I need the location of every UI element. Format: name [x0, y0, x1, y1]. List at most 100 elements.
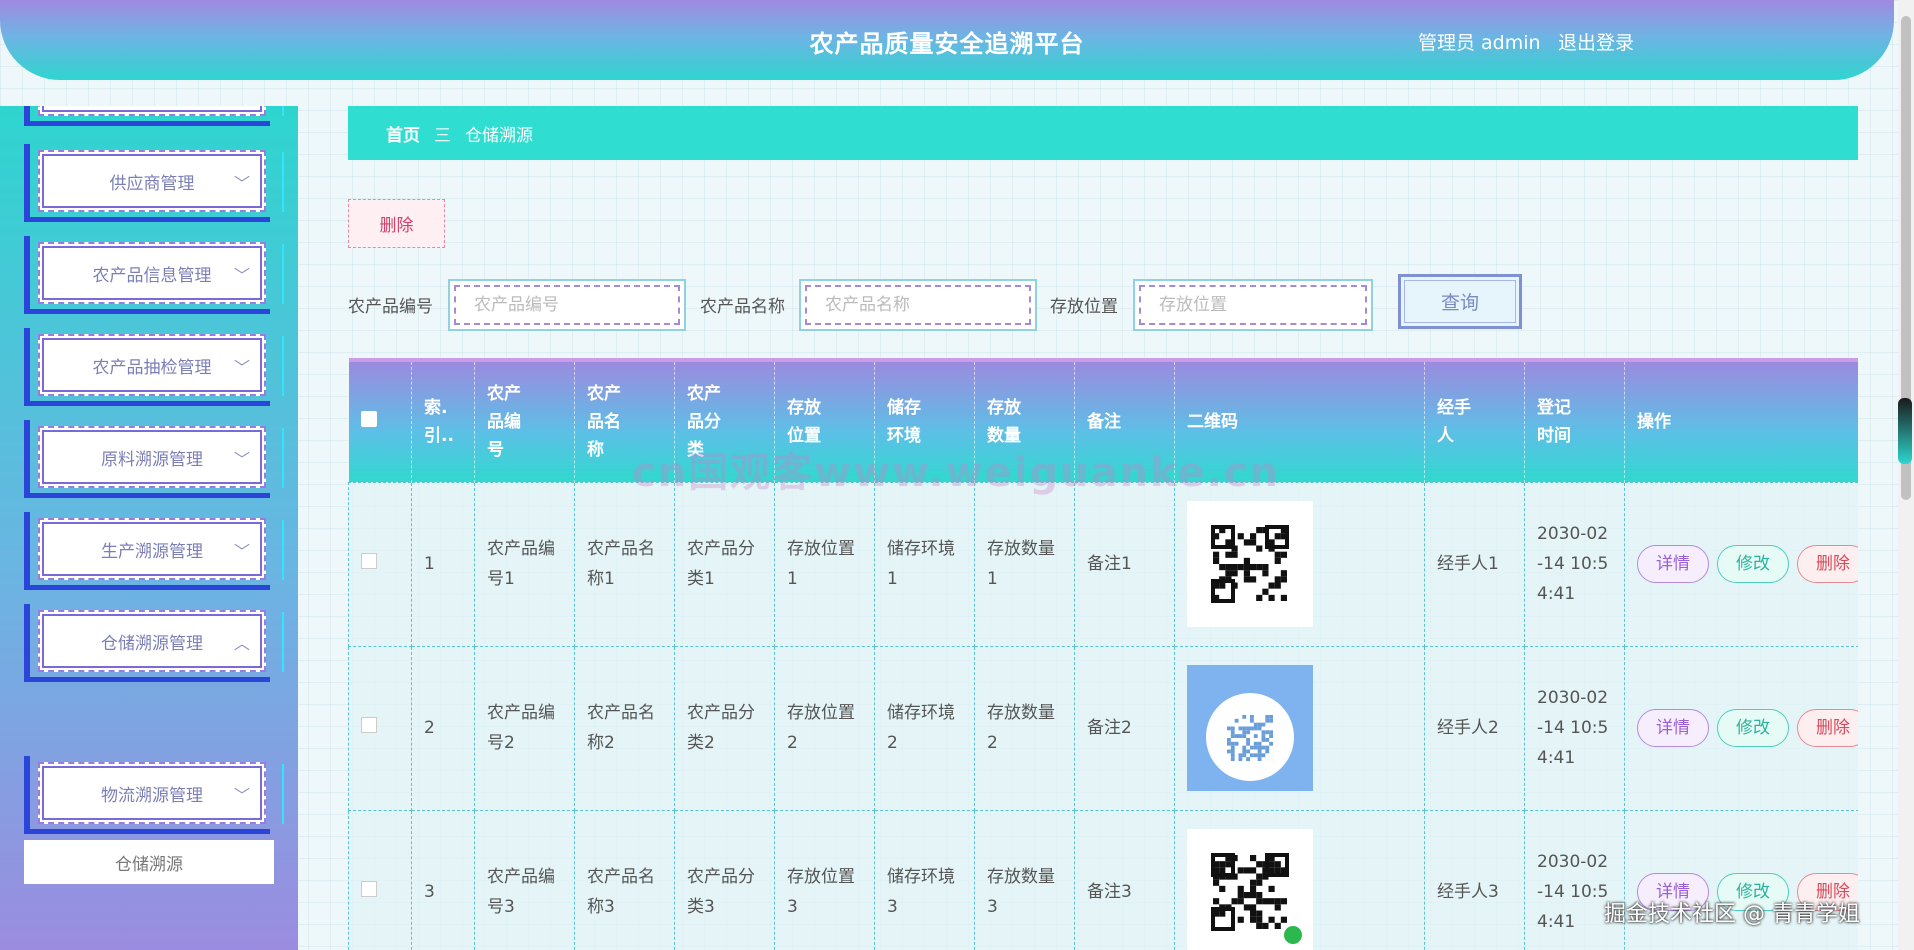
edit-button[interactable]: 修改	[1717, 873, 1789, 911]
sidebar-item-frame: 仓储溯源管理 ︿	[24, 604, 284, 682]
column-header[interactable]: 存放 位置	[774, 360, 875, 482]
sidebar-item-3[interactable]: 农产品抽检管理 ﹀	[38, 334, 266, 396]
column-header[interactable]: 存放 数量	[974, 360, 1075, 482]
sidebar-item-frame: 原料溯源管理 ﹀	[24, 420, 284, 498]
submenu-item-storage-trace[interactable]: 仓储溯源	[24, 840, 274, 884]
cell-code: 农产品编号3	[474, 809, 575, 950]
row-select-cell	[348, 645, 412, 811]
user-info: 管理员 admin	[1418, 28, 1547, 55]
user-role: 管理员	[1418, 32, 1476, 54]
breadcrumb-separator: 三	[434, 125, 451, 146]
cell-location: 存放位置2	[774, 645, 875, 811]
cell-env: 储存环境2	[874, 645, 975, 811]
column-header[interactable]: 储存 环境	[874, 360, 975, 482]
cell-note: 备注2	[1074, 645, 1175, 811]
table-row: 2 农产品编号2 农产品名称2 农产品分类2 存放位置2 储存环境2 存放数量2 备注2 经手人…	[348, 645, 1858, 811]
cell-location: 存放位置1	[774, 481, 875, 647]
cell-index: 1	[411, 481, 475, 647]
sidebar-item-label: 仓储溯源管理	[101, 633, 203, 654]
column-header[interactable]: 操作	[1624, 360, 1858, 482]
page-scrollbar[interactable]	[1898, 0, 1914, 950]
row-checkbox[interactable]	[361, 553, 377, 569]
cell-actions: 详情 修改 删除	[1624, 809, 1858, 950]
detail-button[interactable]: 详情	[1637, 709, 1709, 747]
column-header[interactable]: 农产 品名 称	[574, 360, 675, 482]
cell-env: 储存环境1	[874, 481, 975, 647]
column-header[interactable]: 二维码	[1174, 360, 1425, 482]
sidebar-item-label: 农产品抽检管理	[92, 357, 212, 378]
sidebar-item-frame: 生产溯源管理 ﹀	[24, 512, 284, 590]
cell-location: 存放位置3	[774, 809, 875, 950]
code-label: 农产品编号	[348, 297, 433, 317]
cell-qty: 存放数量2	[974, 645, 1075, 811]
sidebar-item-frame: 农产品抽检管理 ﹀	[24, 328, 284, 406]
row-checkbox[interactable]	[361, 881, 377, 897]
detail-button[interactable]: 详情	[1637, 873, 1709, 911]
sidebar-item-top-partial	[24, 106, 284, 126]
qr-code-icon	[1187, 829, 1313, 950]
sidebar-item-label: 原料溯源管理	[101, 449, 203, 470]
column-header[interactable]: 备注	[1074, 360, 1175, 482]
scroll-accent-widget	[1898, 398, 1912, 464]
location-input[interactable]	[1139, 285, 1367, 325]
sidebar-item-7[interactable]: 物流溯源管理 ﹀	[38, 762, 266, 824]
column-header[interactable]: 索. 引..	[411, 360, 475, 482]
location-input-wrap	[1133, 279, 1373, 331]
delete-button[interactable]: 删除	[1797, 873, 1858, 911]
chevron-up-icon: ︿	[233, 634, 250, 653]
name-input[interactable]	[805, 285, 1031, 325]
cell-actions: 详情 修改 删除	[1624, 481, 1858, 647]
qr-code-icon	[1187, 665, 1313, 791]
column-header[interactable]: 登记 时间	[1524, 360, 1625, 482]
data-table: 索. 引.. 农产 品编 号农产 品名 称农产 品分 类存放 位置 储存 环境 存放 …	[348, 358, 1858, 950]
cell-qrcode	[1174, 481, 1425, 647]
row-select-cell	[348, 809, 412, 950]
edit-button[interactable]: 修改	[1717, 545, 1789, 583]
top-header: 农产品质量安全追溯平台 管理员 admin 退出登录	[0, 0, 1894, 80]
table-row: 3 农产品编号3 农产品名称3 农产品分类3 存放位置3 储存环境3 存放数量3 备注3 经手人…	[348, 809, 1858, 950]
cell-handler: 经手人3	[1424, 809, 1525, 950]
column-header[interactable]: 经手 人	[1424, 360, 1525, 482]
select-all-checkbox[interactable]	[360, 410, 377, 427]
column-header[interactable]: 农产 品分 类	[674, 360, 775, 482]
breadcrumb-home[interactable]: 首页	[386, 121, 420, 146]
sidebar-item-label: 供应商管理	[109, 173, 195, 194]
detail-button[interactable]: 详情	[1637, 545, 1709, 583]
code-input[interactable]	[454, 285, 680, 325]
cell-handler: 经手人1	[1424, 481, 1525, 647]
delete-button[interactable]: 删除	[1797, 545, 1858, 583]
sidebar-item-4[interactable]: 原料溯源管理 ﹀	[38, 426, 266, 488]
cell-category: 农产品分类2	[674, 645, 775, 811]
edit-button[interactable]: 修改	[1717, 709, 1789, 747]
sidebar-item-1[interactable]: 供应商管理 ﹀	[38, 150, 266, 212]
sidebar-item-6[interactable]: 仓储溯源管理 ︿	[38, 610, 266, 672]
cell-time: 2030-02-14 10:54:41	[1524, 481, 1625, 647]
query-button[interactable]: 查询	[1398, 274, 1522, 329]
name-label: 农产品名称	[700, 297, 785, 317]
cell-code: 农产品编号1	[474, 481, 575, 647]
sidebar-item-hidden[interactable]	[38, 106, 266, 116]
cell-code: 农产品编号2	[474, 645, 575, 811]
delete-button[interactable]: 删除	[1797, 709, 1858, 747]
cell-name: 农产品名称1	[574, 481, 675, 647]
sidebar-item-2[interactable]: 农产品信息管理 ﹀	[38, 242, 266, 304]
username: admin	[1481, 32, 1541, 54]
cell-note: 备注1	[1074, 481, 1175, 647]
cell-category: 农产品分类1	[674, 481, 775, 647]
cell-handler: 经手人2	[1424, 645, 1525, 811]
chevron-down-icon: ﹀	[233, 786, 250, 805]
cell-index: 3	[411, 809, 475, 950]
sidebar-item-5[interactable]: 生产溯源管理 ﹀	[38, 518, 266, 580]
location-label: 存放位置	[1050, 297, 1118, 317]
sidebar-item-frame: 农产品信息管理 ﹀	[24, 236, 284, 314]
row-checkbox[interactable]	[361, 717, 377, 733]
cell-category: 农产品分类3	[674, 809, 775, 950]
data-table-wrap: 索. 引.. 农产 品编 号农产 品名 称农产 品分 类存放 位置 储存 环境 存放 …	[348, 358, 1858, 950]
logout-link[interactable]: 退出登录	[1558, 28, 1634, 55]
sidebar-item-label: 物流溯源管理	[101, 785, 203, 806]
batch-delete-button[interactable]: 删除	[348, 199, 445, 248]
chevron-down-icon: ﹀	[233, 174, 250, 193]
column-header[interactable]: 农产 品编 号	[474, 360, 575, 482]
cell-qty: 存放数量3	[974, 809, 1075, 950]
sidebar: 供应商管理 ﹀ 农产品信息管理 ﹀ 农产品抽检管理 ﹀ 原料溯源管理 ﹀ 生产溯源管理 ﹀ 仓储溯源…	[0, 106, 298, 950]
